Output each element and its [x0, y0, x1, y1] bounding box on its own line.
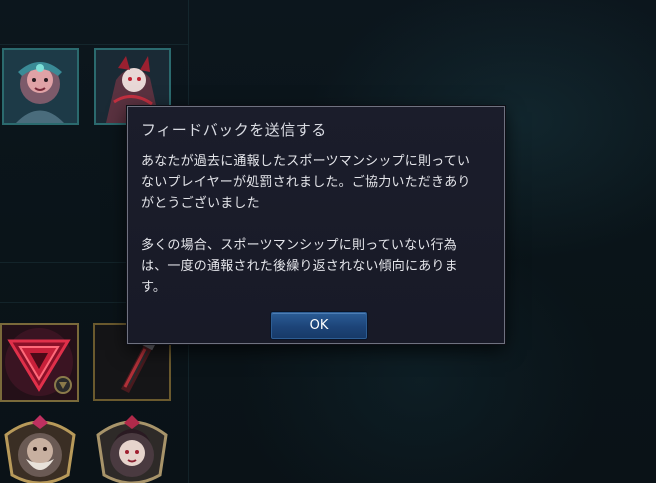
dialog-title: フィードバックを送信する	[141, 121, 327, 139]
dialog-message: あなたが過去に通報したスポーツマンシップに則ってい ないプレイヤーが処罰されまし…	[141, 154, 471, 295]
feedback-dialog: フィードバックを送信する あなたが過去に通報したスポーツマンシップに則ってい な…	[127, 106, 505, 344]
ok-button[interactable]: OK	[271, 312, 367, 339]
